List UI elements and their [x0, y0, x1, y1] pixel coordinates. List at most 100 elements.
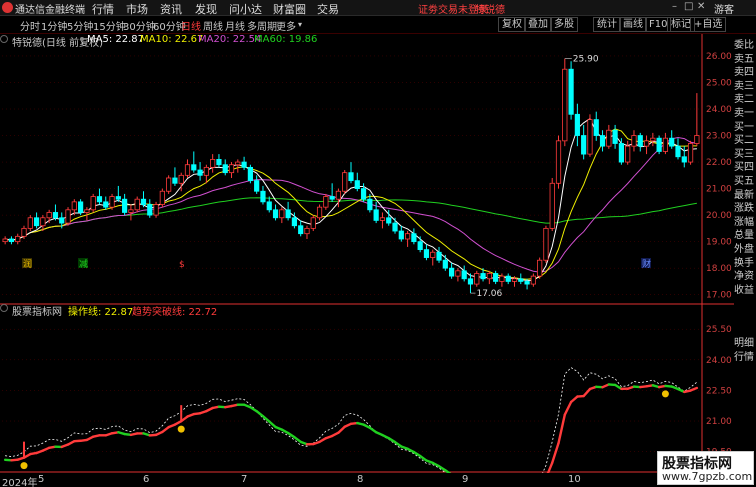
- menu-market[interactable]: 市场: [126, 1, 148, 17]
- candle-body: [360, 188, 367, 200]
- app-logo-icon: [2, 2, 13, 13]
- period-multi[interactable]: 多周期: [247, 18, 277, 33]
- menu-ask-xiaoda[interactable]: 问小达: [229, 1, 262, 17]
- event-marker-reduce[interactable]: 减: [79, 258, 88, 270]
- candle-body: [631, 135, 637, 147]
- candle-body: [568, 68, 574, 115]
- maximize-icon[interactable]: □: [684, 1, 693, 12]
- candle-body: [235, 161, 241, 166]
- draw-line-button[interactable]: 画线: [619, 17, 647, 32]
- side-panel-item[interactable]: 收益: [734, 281, 756, 296]
- candle-body: [511, 278, 518, 282]
- candle-body: [184, 164, 191, 176]
- period-weekly[interactable]: 周线: [203, 18, 223, 33]
- period-15min[interactable]: 15分钟: [93, 18, 126, 33]
- restore-rights-button[interactable]: 复权: [498, 17, 526, 32]
- candle-body: [84, 209, 90, 213]
- candle-body: [656, 137, 662, 152]
- date-axis-year: 2024年: [2, 478, 38, 487]
- menu-news[interactable]: 资讯: [160, 1, 182, 17]
- candle-body: [2, 238, 8, 243]
- legend-dot-icon: [80, 37, 84, 41]
- quote-side-panel: 委比 卖五 卖四 卖三 卖二 卖一 买一 买二 买三 买四 买五 最新 涨跌 涨幅 总量 外盘 换手 净资 收益 明细…: [734, 34, 756, 484]
- candle-body: [272, 209, 279, 219]
- candle-body: [587, 119, 593, 155]
- side-panel-item[interactable]: 明细: [734, 334, 756, 349]
- period-5min[interactable]: 5分钟: [67, 18, 93, 33]
- candle-body: [115, 196, 121, 200]
- operation-line-segment: [689, 386, 699, 392]
- candle-body: [33, 217, 40, 227]
- kline-chart[interactable]: 26.00 25.00 24.00 23.00 22.00 21.00 20.00 19.00…: [0, 34, 734, 473]
- menu-wealth[interactable]: 财富圈: [273, 1, 306, 17]
- candle-body: [618, 143, 624, 163]
- more-chevron-icon[interactable]: ▾: [298, 20, 302, 29]
- candle-body: [543, 227, 549, 261]
- buy-signal-icon: [177, 425, 185, 433]
- candle-body: [675, 145, 681, 158]
- guest-button[interactable]: 游客: [714, 1, 734, 16]
- period-more[interactable]: 更多: [276, 18, 296, 33]
- overlay-button[interactable]: 叠加: [524, 17, 552, 32]
- operation-line-segment: [255, 410, 265, 418]
- indicator-settings-icon[interactable]: [0, 304, 8, 312]
- event-marker-dividend[interactable]: $: [179, 260, 185, 270]
- period-1min[interactable]: 1分钟: [41, 18, 67, 33]
- candle-body: [304, 227, 310, 235]
- candle-body: [109, 196, 115, 208]
- watermark-url: www.7gpzb.com: [662, 470, 753, 483]
- ma20-label: MA20: 22.54: [198, 34, 262, 45]
- date-axis-month: 8: [357, 474, 364, 485]
- candle-body: [298, 225, 304, 235]
- settings-gear-icon[interactable]: [0, 35, 8, 43]
- candle-body: [27, 217, 33, 229]
- candle-body: [279, 209, 285, 219]
- minimize-icon[interactable]: –: [672, 1, 677, 12]
- candle-body: [436, 251, 442, 261]
- candle-body: [122, 198, 128, 213]
- candle-body: [643, 140, 650, 147]
- candle-body: [203, 166, 209, 176]
- candle-body: [612, 129, 618, 144]
- candle-body: [549, 182, 555, 229]
- indicator-name[interactable]: 股票指标网: [12, 303, 62, 318]
- menu-discover[interactable]: 发现: [195, 1, 217, 17]
- indicator-tick-label: 22.50: [706, 386, 732, 396]
- multi-stock-button[interactable]: 多股: [550, 17, 578, 32]
- statistics-button[interactable]: 统计: [593, 17, 621, 32]
- period-daily[interactable]: 日线: [181, 18, 201, 33]
- candle-body: [254, 180, 260, 192]
- indicator-tick-label: 25.50: [706, 325, 732, 335]
- side-panel-item[interactable]: 行情: [734, 348, 756, 363]
- candle-body: [423, 249, 430, 258]
- date-axis-month: 7: [241, 474, 248, 485]
- candle-body: [172, 177, 178, 184]
- candle-body: [555, 140, 562, 184]
- low-price-label: 17.06: [476, 289, 502, 299]
- candle-body: [373, 209, 379, 221]
- period-30min[interactable]: 30分钟: [123, 18, 156, 33]
- chart-grid: [0, 34, 734, 473]
- candle-body: [147, 204, 153, 216]
- candle-body: [316, 206, 323, 219]
- add-watchlist-button[interactable]: +自选: [690, 17, 727, 32]
- ma60-label: MA60: 19.86: [254, 34, 318, 45]
- date-axis-month: 6: [143, 474, 150, 485]
- candle-body: [499, 275, 505, 282]
- candle-body: [637, 135, 643, 147]
- operation-line-segment: [546, 461, 554, 473]
- watermark: 股票指标网 www.7gpzb.com: [657, 451, 754, 485]
- period-intraday[interactable]: 分时: [20, 18, 40, 33]
- event-marker-finance[interactable]: 财: [642, 258, 651, 270]
- close-icon[interactable]: ✕: [697, 1, 705, 12]
- event-marker-run[interactable]: 润: [23, 258, 32, 270]
- candle-body: [505, 275, 511, 282]
- period-monthly[interactable]: 月线: [225, 18, 245, 33]
- price-tick-label: 17.00: [706, 291, 732, 301]
- menu-trade[interactable]: 交易: [317, 1, 339, 17]
- menu-quotes[interactable]: 行情: [92, 1, 114, 17]
- candle-body: [96, 196, 103, 203]
- indicator-axis: 25.5024.0022.5021.0019.50: [706, 325, 732, 457]
- candle-body: [216, 159, 222, 166]
- candle-body: [140, 198, 147, 205]
